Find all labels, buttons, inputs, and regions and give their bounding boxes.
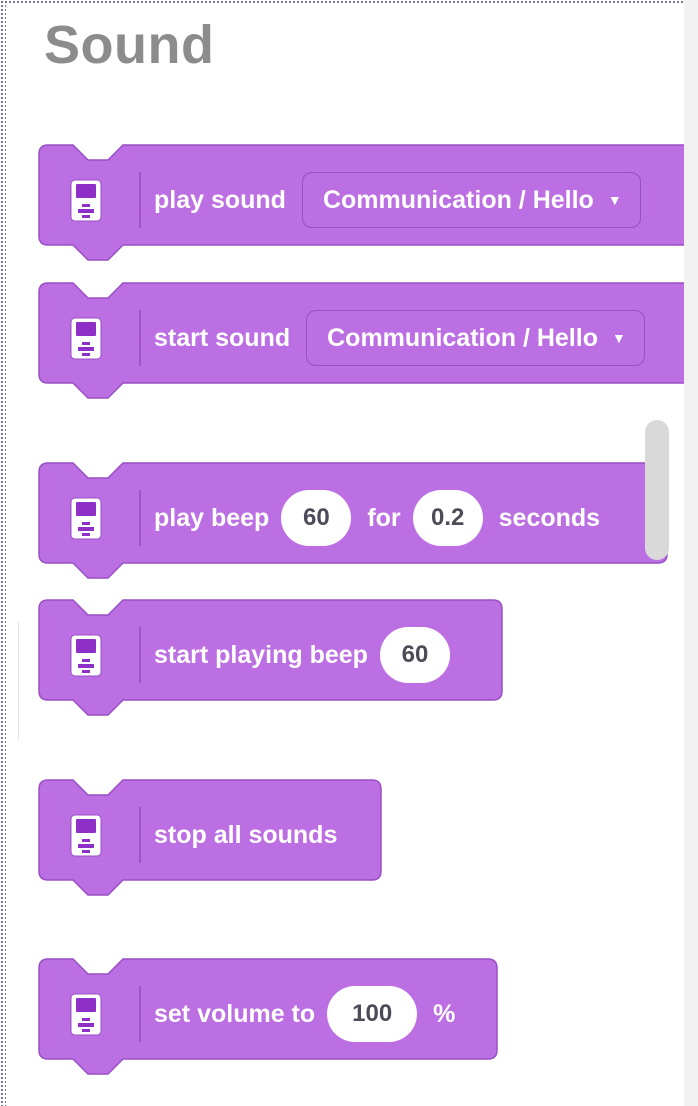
- brick-device-icon: [70, 634, 102, 677]
- block-divider: [139, 490, 141, 546]
- block-divider: [139, 310, 141, 366]
- start-sound-block[interactable]: start sound Communication / Hello ▼: [38, 282, 684, 399]
- dropdown-value: Communication / Hello: [322, 185, 594, 214]
- brick-device-icon: [70, 317, 102, 360]
- dropdown-caret-icon: ▼: [607, 192, 622, 208]
- sound-dropdown[interactable]: Communication / Hello ▼: [306, 310, 645, 366]
- note-input[interactable]: 60: [281, 490, 352, 546]
- brick-device-icon: [70, 497, 102, 540]
- play-beep-block[interactable]: play beep 60 for 0.2 seconds: [38, 462, 678, 579]
- block-label: play sound: [154, 185, 286, 214]
- block-content: play sound Communication / Hello ▼: [154, 172, 641, 228]
- sound-dropdown[interactable]: Communication / Hello ▼: [301, 172, 641, 228]
- play-sound-block[interactable]: play sound Communication / Hello ▼: [38, 144, 684, 261]
- dropdown-caret-icon: ▼: [611, 330, 626, 346]
- block-divider: [139, 807, 141, 863]
- block-content: start sound Communication / Hello ▼: [154, 310, 645, 366]
- brick-device-icon: [70, 179, 102, 222]
- block-label: play beep: [154, 503, 270, 532]
- seconds-label: seconds: [498, 503, 601, 532]
- for-label: for: [367, 503, 401, 532]
- brick-device-icon: [70, 814, 102, 857]
- block-label: start playing beep: [154, 640, 368, 669]
- volume-input[interactable]: 100: [327, 986, 418, 1042]
- dropdown-value: Communication / Hello: [327, 323, 598, 352]
- block-divider: [139, 172, 141, 228]
- brick-device-icon: [70, 993, 102, 1036]
- block-palette: Sound play sound Communication / Hello ▼: [0, 0, 684, 1106]
- duration-input[interactable]: 0.2: [412, 490, 483, 546]
- palette-scrollbar[interactable]: [645, 420, 669, 560]
- block-label: set volume to: [154, 999, 316, 1028]
- block-label: start sound: [154, 323, 291, 352]
- workspace-edge: [684, 0, 698, 1106]
- block-divider: [139, 627, 141, 683]
- block-content: set volume to 100 %: [154, 986, 467, 1042]
- note-input[interactable]: 60: [379, 627, 450, 683]
- block-content: play beep 60 for 0.2 seconds: [154, 490, 612, 546]
- block-content: stop all sounds: [154, 809, 349, 861]
- set-volume-block[interactable]: set volume to 100 %: [38, 958, 503, 1075]
- category-title: Sound: [44, 15, 215, 75]
- start-playing-beep-block[interactable]: start playing beep 60: [38, 599, 508, 716]
- block-content: start playing beep 60: [154, 627, 450, 683]
- block-divider: [139, 986, 141, 1042]
- block-label: stop all sounds: [154, 820, 338, 849]
- stop-all-sounds-block[interactable]: stop all sounds: [38, 779, 388, 896]
- percent-label: %: [433, 999, 456, 1028]
